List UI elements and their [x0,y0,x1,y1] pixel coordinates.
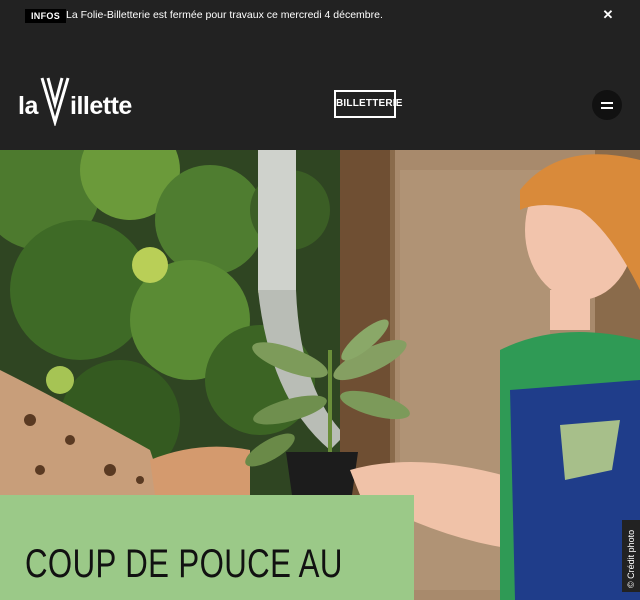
hamburger-icon[interactable] [592,90,622,120]
billetterie-button[interactable]: BILLETTERIE [334,90,402,118]
logo-text-rest: illette [70,92,132,120]
hero-title-card: COUP DE POUCE AU [0,495,414,600]
site-header: la illette BILLETTERIE [0,32,640,150]
logo-text-la: la [18,92,38,120]
photo-credit-label: © Crédit photo [626,529,636,588]
logo-v-icon [40,77,70,126]
info-tag: INFOS [25,9,67,23]
info-message: La Folie-Billetterie est fermée pour tra… [66,9,383,21]
info-banner: INFOS La Folie-Billetterie est fermée po… [0,0,640,32]
close-icon[interactable]: ✕ [600,7,616,23]
hero-title: COUP DE POUCE AU [25,542,343,586]
site-logo[interactable]: la illette [18,76,143,128]
photo-credit: © Crédit photo [622,520,640,592]
